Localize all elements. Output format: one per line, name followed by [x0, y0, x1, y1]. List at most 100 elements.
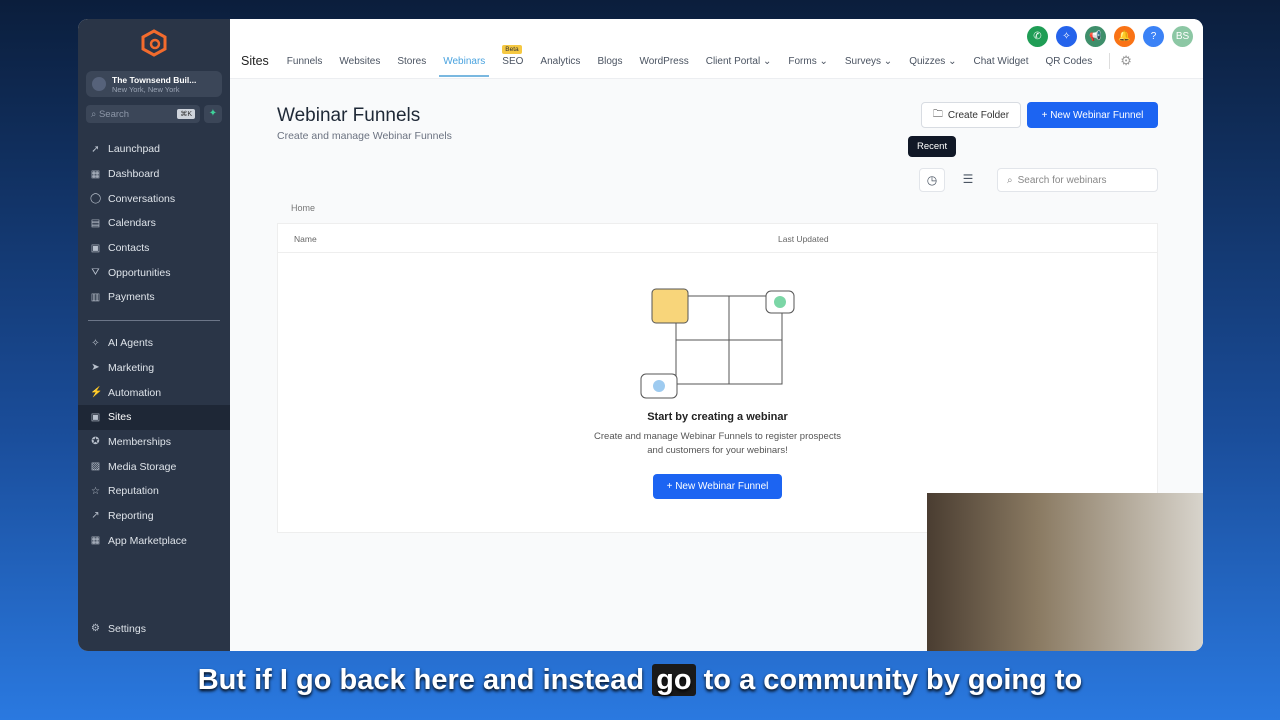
tab-label: Webinars	[443, 55, 486, 67]
sidebar-item-label: Media Storage	[108, 460, 177, 473]
tab-surveys[interactable]: Surveys ⌄	[845, 56, 892, 67]
tab-blogs[interactable]: Blogs	[597, 56, 622, 67]
search-icon: ⌕	[1007, 174, 1013, 186]
search-placeholder: Search	[98, 108, 130, 120]
sidebar: The Townsend Buil... New York, New York ⌕…	[78, 19, 230, 651]
empty-state-title: Start by creating a webinar	[647, 411, 788, 423]
sparkle-icon: ✧	[91, 337, 100, 349]
tab-qr-codes[interactable]: QR Codes	[1046, 56, 1093, 67]
sidebar-item-launchpad[interactable]: ➚ Launchpad	[78, 137, 230, 162]
top-bar: ✆ ✧ 📢 🔔 ? BS Sites Funnels Websites Stores W…	[230, 19, 1203, 79]
sidebar-item-memberships[interactable]: ✪ Memberships	[78, 430, 230, 455]
apps-icon: ▦	[90, 535, 101, 547]
clock-icon[interactable]: ◷	[919, 168, 945, 192]
tab-websites[interactable]: Websites	[339, 56, 380, 67]
sidebar-item-label: Launchpad	[108, 143, 160, 156]
trend-icon: ↗	[91, 510, 100, 522]
globe-icon: ▣	[90, 411, 101, 423]
sidebar-item-dashboard[interactable]: ▦ Dashboard	[78, 162, 230, 187]
calendar-icon: ▤	[90, 217, 101, 229]
sidebar-item-payments[interactable]: ▥ Payments	[78, 285, 230, 310]
description-line: and customers for your webinars!	[647, 445, 788, 456]
tab-label: Forms	[788, 55, 817, 67]
beta-badge: Beta	[502, 44, 522, 54]
empty-state-description: Create and manage Webinar Funnels to reg…	[278, 430, 1157, 458]
sidebar-item-conversations[interactable]: ◯ Conversations	[78, 186, 230, 211]
account-switcher[interactable]: The Townsend Buil... New York, New York	[86, 71, 222, 97]
tab-label: Stores	[397, 55, 427, 67]
tab-label: Client Portal	[705, 55, 761, 67]
folder-icon: 🗀	[932, 108, 943, 120]
receipt-icon: ▥	[90, 291, 101, 303]
sidebar-item-marketing[interactable]: ➤ Marketing	[78, 356, 230, 381]
sidebar-item-automation[interactable]: ⚡ Automation	[78, 380, 230, 405]
new-webinar-funnel-button[interactable]: + New Webinar Funnel	[1027, 102, 1158, 128]
tab-label: Websites	[339, 55, 381, 67]
gear-icon[interactable]: ⚙	[1109, 53, 1132, 69]
sidebar-item-settings[interactable]: ⚙ Settings	[78, 616, 230, 641]
sidebar-item-reputation[interactable]: ☆ Reputation	[78, 479, 230, 504]
tab-forms[interactable]: Forms ⌄	[788, 56, 828, 67]
sidebar-item-reporting[interactable]: ↗ Reporting	[78, 504, 230, 529]
tab-analytics[interactable]: Analytics	[540, 56, 580, 67]
sidebar-item-label: Conversations	[108, 192, 176, 205]
sidebar-item-label: Reputation	[108, 485, 159, 498]
list-view-icon[interactable]: ☰	[955, 168, 981, 192]
tab-label: Quizzes	[909, 55, 946, 67]
sidebar-item-sites[interactable]: ▣ Sites	[78, 404, 230, 430]
tab-seo[interactable]: Beta SEO	[502, 44, 523, 67]
send-icon: ➤	[91, 362, 100, 374]
sidebar-item-label: Dashboard	[108, 168, 160, 181]
sidebar-item-ai-agents[interactable]: ✧ AI Agents	[78, 331, 230, 356]
create-folder-button[interactable]: 🗀 Create Folder	[921, 102, 1021, 128]
tab-funnels[interactable]: Funnels	[287, 56, 323, 67]
tab-label: Blogs	[597, 55, 623, 67]
tab-label: WordPress	[639, 55, 689, 67]
tab-client-portal[interactable]: Client Portal ⌄	[706, 56, 772, 67]
sidebar-item-label: Automation	[108, 386, 162, 399]
help-icon[interactable]: ?	[1143, 26, 1164, 47]
sidebar-search[interactable]: ⌕ Search ⌘K	[86, 105, 200, 123]
section-title: Sites	[241, 54, 269, 68]
sidebar-item-calendars[interactable]: ▤ Calendars	[78, 211, 230, 236]
column-name[interactable]: Name	[294, 234, 317, 244]
contact-icon: ▣	[90, 242, 101, 254]
tab-stores[interactable]: Stores	[397, 56, 426, 67]
bell-icon[interactable]: 🔔	[1114, 26, 1135, 47]
tab-label: Surveys	[844, 55, 882, 67]
avatar[interactable]: BS	[1172, 26, 1193, 47]
tab-label: Funnels	[286, 55, 323, 67]
tab-wordpress[interactable]: WordPress	[639, 56, 688, 67]
page-title: Webinar Funnels	[277, 105, 421, 126]
column-last-updated[interactable]: Last Updated	[778, 234, 829, 244]
image-icon: ▨	[90, 461, 101, 473]
quick-action-button[interactable]: ✦	[204, 105, 222, 123]
grid-icon: ▦	[90, 168, 101, 180]
tab-label: Analytics	[540, 55, 581, 67]
megaphone-icon[interactable]: 📢	[1085, 26, 1106, 47]
magic-icon[interactable]: ✧	[1056, 26, 1077, 47]
breadcrumb[interactable]: Home	[291, 203, 315, 213]
empty-new-webinar-button[interactable]: + New Webinar Funnel	[653, 474, 782, 499]
star-icon: ☆	[91, 485, 100, 497]
tab-label: QR Codes	[1045, 55, 1093, 67]
tab-chat-widget[interactable]: Chat Widget	[973, 56, 1028, 67]
sidebar-item-contacts[interactable]: ▣ Contacts	[78, 236, 230, 261]
tab-quizzes[interactable]: Quizzes ⌄	[909, 56, 956, 67]
webcam-overlay	[927, 493, 1203, 651]
sidebar-item-label: App Marketplace	[108, 534, 187, 547]
search-input[interactable]: ⌕ Search for webinars	[997, 168, 1158, 192]
sidebar-item-media-storage[interactable]: ▨ Media Storage	[78, 454, 230, 479]
sidebar-item-opportunities[interactable]: ⛛ Opportunities	[78, 260, 230, 285]
button-label: Create Folder	[947, 109, 1010, 121]
sidebar-item-label: Memberships	[108, 435, 172, 448]
gear-icon: ⚙	[91, 623, 100, 635]
tab-webinars[interactable]: Webinars	[439, 55, 490, 77]
sidebar-item-label: AI Agents	[108, 337, 153, 350]
sidebar-item-label: Payments	[108, 291, 155, 304]
search-placeholder: Search for webinars	[1017, 174, 1107, 186]
badge-icon: ✪	[91, 436, 100, 448]
sidebar-item-app-marketplace[interactable]: ▦ App Marketplace	[78, 528, 230, 553]
chevron-down-icon: ⌄	[819, 55, 828, 67]
phone-icon[interactable]: ✆	[1027, 26, 1048, 47]
